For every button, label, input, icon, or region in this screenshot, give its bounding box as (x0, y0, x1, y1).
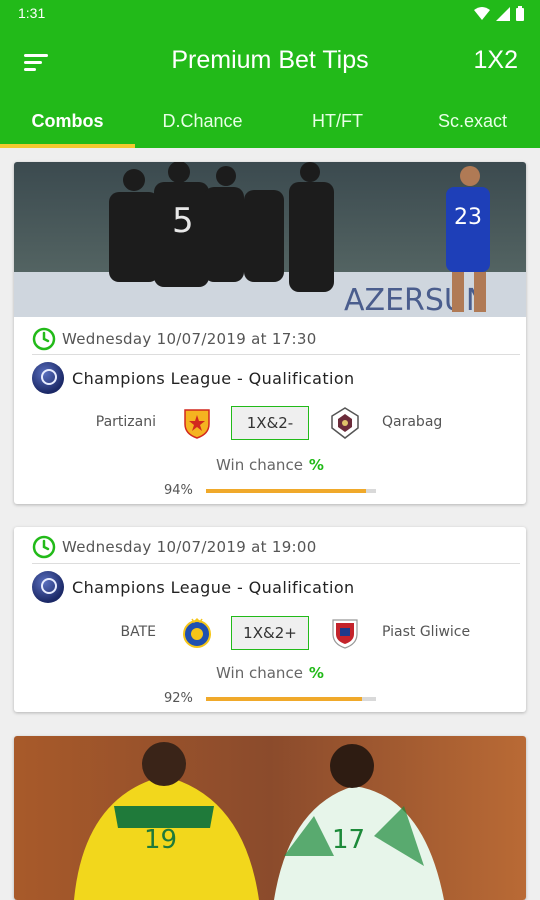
win-chance-symbol: % (308, 664, 324, 682)
away-team-name: Piast Gliwice (382, 624, 471, 640)
svg-text:AZERSUN: AZERSUN (344, 283, 488, 317)
match-card[interactable]: 19 17 (14, 736, 526, 900)
probability-label: 94% (164, 483, 193, 498)
league-row: Champions League - Qualification (32, 362, 355, 394)
match-row: Partizani 1X&2- Qarabag (14, 404, 526, 444)
clock-icon (32, 535, 56, 559)
match-row: BATE 1X&2+ Piast Gliwice (14, 614, 526, 654)
match-datetime: Wednesday 10/07/2019 at 19:00 (32, 535, 317, 559)
match-banner-image: AZERSUN 5 23 (14, 162, 526, 317)
away-team-name: Qarabag (382, 414, 443, 430)
bet-type-button[interactable]: 1X2 (474, 46, 518, 75)
probability-row: 94% (14, 483, 526, 499)
status-time: 1:31 (18, 5, 46, 21)
tip-box: 1X&2- (231, 406, 309, 440)
champions-league-logo (32, 362, 64, 394)
svg-text:5: 5 (172, 201, 194, 241)
tab-ht-ft[interactable]: HT/FT (270, 96, 405, 148)
win-chance-symbol: % (308, 456, 324, 474)
probability-bar (206, 489, 366, 493)
match-card[interactable]: Wednesday 10/07/2019 at 19:00 Champions … (14, 527, 526, 712)
league-name: Champions League - Qualification (72, 577, 355, 597)
home-team-name: Partizani (95, 414, 156, 430)
win-chance-row: Win chance% (14, 664, 526, 682)
bate-crest-icon (183, 617, 211, 648)
match-date-text: Wednesday 10/07/2019 at 17:30 (62, 330, 317, 348)
match-datetime: Wednesday 10/07/2019 at 17:30 (32, 327, 317, 351)
piast-gliwice-crest-icon (332, 619, 358, 649)
home-team-name: BATE (120, 624, 157, 640)
probability-track (206, 489, 376, 493)
status-bar: 1:31 (0, 0, 540, 28)
league-name: Champions League - Qualification (72, 368, 355, 388)
svg-text:19: 19 (144, 825, 177, 855)
probability-label: 92% (164, 691, 193, 706)
tip-box: 1X&2+ (231, 616, 309, 650)
win-chance-row: Win chance% (14, 456, 526, 474)
divider (32, 563, 520, 564)
tab-combos[interactable]: Combos (0, 96, 135, 148)
app-bar: Premium Bet Tips 1X2 (0, 28, 540, 96)
svg-text:23: 23 (454, 205, 482, 230)
win-chance-label: Win chance (216, 456, 303, 474)
probability-track (206, 697, 376, 701)
win-chance-label: Win chance (216, 664, 303, 682)
clock-icon (32, 327, 56, 351)
app-title: Premium Bet Tips (171, 46, 369, 74)
battery-icon (516, 6, 524, 21)
probability-bar (206, 697, 363, 701)
wifi-icon (474, 6, 490, 20)
tab-double-chance[interactable]: D.Chance (135, 96, 270, 148)
signal-icon (496, 6, 510, 21)
match-banner-image: 19 17 (14, 736, 526, 900)
qarabag-crest-icon (331, 407, 359, 439)
champions-league-logo (32, 571, 64, 603)
league-row: Champions League - Qualification (32, 571, 355, 603)
divider (32, 354, 520, 355)
match-date-text: Wednesday 10/07/2019 at 19:00 (62, 538, 317, 556)
probability-row: 92% (14, 691, 526, 707)
partizani-crest-icon (184, 409, 210, 439)
tab-score-exact[interactable]: Sc.exact (405, 96, 540, 148)
status-icons (474, 6, 524, 21)
svg-text:17: 17 (332, 825, 365, 855)
match-card[interactable]: AZERSUN 5 23 Wednesday 10/07/2019 at 17:… (14, 162, 526, 504)
tab-bar: Combos D.Chance HT/FT Sc.exact (0, 96, 540, 148)
